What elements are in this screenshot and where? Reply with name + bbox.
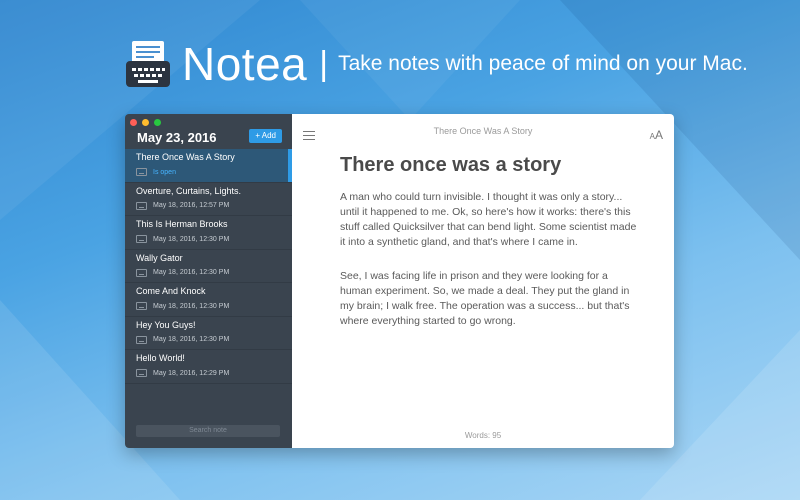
font-size-icon[interactable]: AA [650, 128, 663, 142]
note-item[interactable]: Come And Knock May 18, 2016, 12:30 PM [125, 283, 292, 317]
note-meta: May 18, 2016, 12:30 PM [136, 268, 292, 277]
minimize-window-button[interactable] [142, 119, 149, 126]
note-item[interactable]: Wally Gator May 18, 2016, 12:30 PM [125, 250, 292, 283]
window-controls [130, 119, 161, 126]
note-date: May 18, 2016, 12:30 PM [153, 235, 230, 243]
search-input[interactable]: Search note [136, 425, 280, 437]
note-heading[interactable]: There once was a story [340, 154, 561, 177]
window-title: There Once Was A Story [433, 126, 533, 136]
note-title: Hello World! [136, 353, 185, 363]
note-meta: May 18, 2016, 12:30 PM [136, 235, 292, 243]
note-meta: May 18, 2016, 12:57 PM [136, 201, 292, 210]
keyboard-icon [136, 235, 147, 243]
keyboard-icon [136, 201, 147, 210]
note-meta: May 18, 2016, 12:30 PM [136, 335, 292, 344]
note-date: May 18, 2016, 12:30 PM [153, 336, 230, 343]
note-paragraph[interactable]: A man who could turn invisible. I though… [340, 190, 640, 250]
keyboard-icon [136, 369, 147, 377]
note-item[interactable]: Hello World! May 18, 2016, 12:29 PM [125, 350, 292, 384]
note-item[interactable]: Hey You Guys! May 18, 2016, 12:30 PM [125, 317, 292, 350]
note-meta: May 18, 2016, 12:29 PM [136, 369, 292, 377]
keyboard-icon [136, 335, 147, 344]
note-date: May 18, 2016, 12:29 PM [153, 369, 230, 377]
zoom-window-button[interactable] [154, 119, 161, 126]
typewriter-icon [124, 39, 172, 89]
close-window-button[interactable] [130, 119, 137, 126]
note-date: May 18, 2016, 12:57 PM [153, 202, 230, 209]
hero-tagline: Take notes with peace of mind on your Ma… [338, 52, 748, 75]
note-status: Is open [153, 168, 176, 176]
note-date: May 18, 2016, 12:30 PM [153, 269, 230, 276]
note-item-active[interactable]: There Once Was A Story Is open [125, 149, 292, 183]
note-item[interactable]: Overture, Curtains, Lights. May 18, 2016… [125, 183, 292, 216]
note-meta: Is open [136, 168, 292, 176]
note-title: There Once Was A Story [136, 152, 235, 162]
app-window: May 23, 2016 + Add There Once Was A Stor… [125, 114, 674, 448]
note-meta: May 18, 2016, 12:30 PM [136, 302, 292, 310]
add-note-button[interactable]: + Add [249, 129, 282, 143]
sidebar-date: May 23, 2016 [137, 130, 217, 145]
note-paragraph[interactable]: See, I was facing life in prison and the… [340, 269, 640, 329]
hero-banner: Notea | Take notes with peace of mind on… [124, 34, 748, 94]
note-item[interactable]: This Is Herman Brooks May 18, 2016, 12:3… [125, 216, 292, 250]
note-date: May 18, 2016, 12:30 PM [153, 302, 230, 310]
note-title: Hey You Guys! [136, 319, 196, 330]
word-count: Words: 95 [464, 431, 502, 440]
app-name: Notea [182, 38, 308, 90]
keyboard-icon [136, 268, 147, 277]
keyboard-icon [136, 302, 147, 310]
note-title: Come And Knock [136, 286, 206, 296]
keyboard-icon [136, 168, 147, 176]
note-list: There Once Was A Story Is open Overture,… [125, 149, 292, 384]
hero-separator: | [319, 44, 329, 83]
note-title: Wally Gator [136, 252, 183, 263]
note-title: Overture, Curtains, Lights. [136, 185, 242, 196]
sidebar: May 23, 2016 + Add There Once Was A Stor… [125, 114, 292, 448]
editor-pane: There Once Was A Story AA There once was… [292, 114, 674, 448]
note-title: This Is Herman Brooks [136, 219, 228, 229]
